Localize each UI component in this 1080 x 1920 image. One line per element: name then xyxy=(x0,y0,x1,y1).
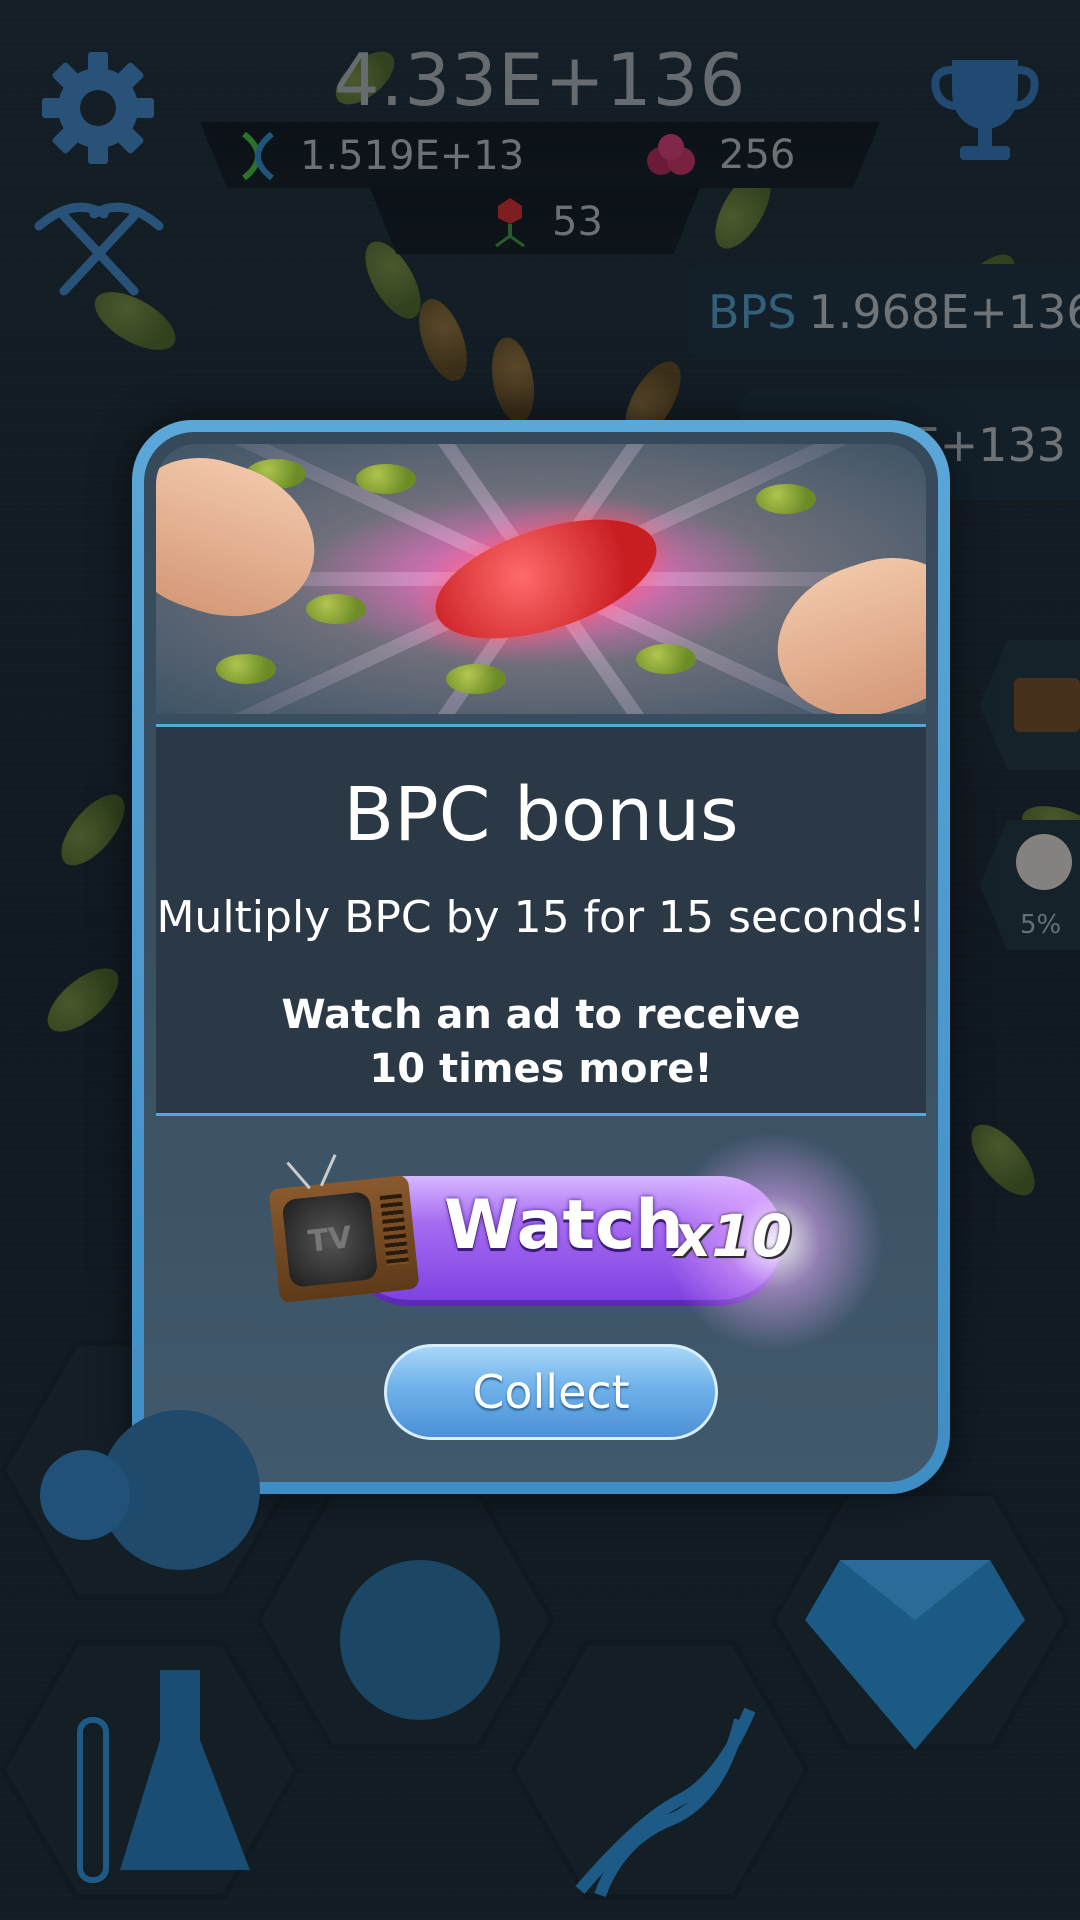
flask-icon xyxy=(77,1670,250,1883)
watch-button-label: Watch xyxy=(444,1186,684,1265)
bonus-description: Multiply BPC by 15 for 15 seconds! xyxy=(156,892,926,943)
dna-upgrade-icon xyxy=(575,1707,756,1898)
bpc-bonus-dialog: BPC bonus Multiply BPC by 15 for 15 seco… xyxy=(132,420,950,1494)
collect-button[interactable]: Collect xyxy=(384,1344,718,1440)
diamond-icon xyxy=(805,1560,1025,1750)
tv-screen: TV xyxy=(281,1191,379,1288)
red-bacterium xyxy=(421,495,671,663)
bonus-banner-image xyxy=(156,444,926,714)
tv-icon: TV xyxy=(268,1154,420,1304)
petri-dish-icon xyxy=(40,1400,260,1600)
ad-note-line-1: Watch an ad to receive xyxy=(281,992,801,1038)
gear-upgrade-icon xyxy=(340,1560,500,1720)
dialog-title: BPC bonus xyxy=(343,772,739,858)
dialog-body: BPC bonus Multiply BPC by 15 for 15 seco… xyxy=(144,432,938,1482)
ad-note-line-2: 10 times more! xyxy=(369,1046,713,1092)
watch-multiplier: x10 xyxy=(674,1202,793,1270)
ad-note: Watch an ad to receive 10 times more! xyxy=(144,988,938,1096)
